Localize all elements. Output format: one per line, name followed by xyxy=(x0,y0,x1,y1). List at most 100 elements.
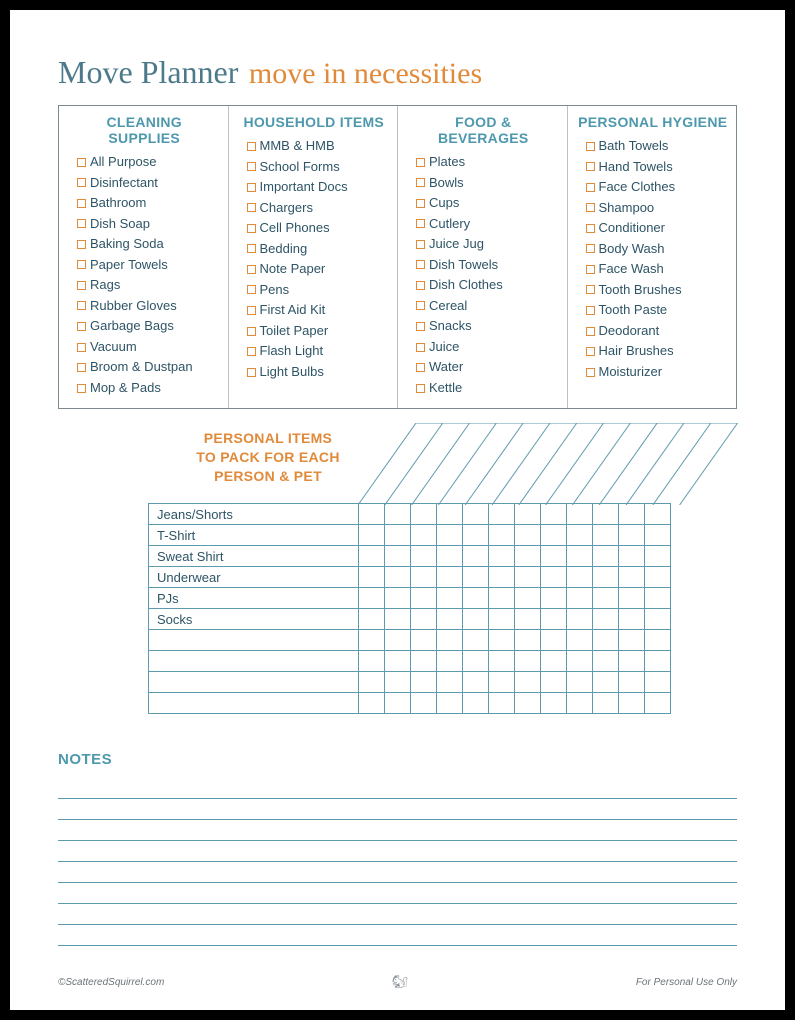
grid-cell[interactable] xyxy=(515,630,541,651)
grid-cell[interactable] xyxy=(359,672,385,693)
grid-cell[interactable] xyxy=(385,504,411,525)
grid-cell[interactable] xyxy=(489,672,515,693)
checklist-item[interactable]: Chargers xyxy=(239,198,390,219)
checklist-item[interactable]: Hair Brushes xyxy=(578,341,729,362)
grid-cell[interactable] xyxy=(541,651,567,672)
grid-cell[interactable] xyxy=(463,588,489,609)
grid-cell[interactable] xyxy=(515,609,541,630)
grid-cell[interactable] xyxy=(463,651,489,672)
checklist-item[interactable]: Snacks xyxy=(408,316,559,337)
checklist-item[interactable]: Bath Towels xyxy=(578,136,729,157)
checklist-item[interactable]: Dish Towels xyxy=(408,255,559,276)
checkbox-icon[interactable] xyxy=(247,347,256,356)
checkbox-icon[interactable] xyxy=(416,343,425,352)
grid-cell[interactable] xyxy=(437,525,463,546)
checklist-item[interactable]: Dish Soap xyxy=(69,214,220,235)
checkbox-icon[interactable] xyxy=(77,260,86,269)
grid-cell[interactable] xyxy=(359,693,385,714)
checkbox-icon[interactable] xyxy=(586,142,595,151)
checklist-item[interactable]: Light Bulbs xyxy=(239,362,390,383)
checklist-item[interactable]: Pens xyxy=(239,280,390,301)
checkbox-icon[interactable] xyxy=(247,162,256,171)
checkbox-icon[interactable] xyxy=(416,281,425,290)
grid-cell[interactable] xyxy=(645,504,671,525)
grid-cell[interactable] xyxy=(567,567,593,588)
checklist-item[interactable]: Dish Clothes xyxy=(408,275,559,296)
grid-cell[interactable] xyxy=(541,630,567,651)
checklist-item[interactable]: Cutlery xyxy=(408,214,559,235)
checklist-item[interactable]: MMB & HMB xyxy=(239,136,390,157)
checkbox-icon[interactable] xyxy=(247,203,256,212)
grid-cell[interactable] xyxy=(567,588,593,609)
grid-cell[interactable] xyxy=(359,567,385,588)
checklist-item[interactable]: Garbage Bags xyxy=(69,316,220,337)
checkbox-icon[interactable] xyxy=(77,178,86,187)
grid-cell[interactable] xyxy=(463,525,489,546)
grid-cell[interactable] xyxy=(619,630,645,651)
checkbox-icon[interactable] xyxy=(586,285,595,294)
checkbox-icon[interactable] xyxy=(77,384,86,393)
grid-cell[interactable] xyxy=(385,672,411,693)
grid-cell[interactable] xyxy=(463,609,489,630)
grid-cell[interactable] xyxy=(489,504,515,525)
grid-cell[interactable] xyxy=(619,525,645,546)
checklist-item[interactable]: Mop & Pads xyxy=(69,378,220,399)
checkbox-icon[interactable] xyxy=(247,285,256,294)
grid-cell[interactable] xyxy=(359,630,385,651)
checkbox-icon[interactable] xyxy=(586,244,595,253)
grid-cell[interactable] xyxy=(489,546,515,567)
grid-cell[interactable] xyxy=(463,693,489,714)
note-line[interactable] xyxy=(58,862,737,883)
grid-cell[interactable] xyxy=(385,630,411,651)
grid-cell[interactable] xyxy=(437,693,463,714)
grid-cell[interactable] xyxy=(619,567,645,588)
grid-cell[interactable] xyxy=(385,651,411,672)
grid-cell[interactable] xyxy=(541,609,567,630)
checkbox-icon[interactable] xyxy=(247,224,256,233)
checkbox-icon[interactable] xyxy=(247,265,256,274)
grid-cell[interactable] xyxy=(437,504,463,525)
grid-cell[interactable] xyxy=(437,651,463,672)
grid-cell[interactable] xyxy=(385,588,411,609)
grid-cell[interactable] xyxy=(541,588,567,609)
checklist-item[interactable]: Tooth Brushes xyxy=(578,280,729,301)
grid-cell[interactable] xyxy=(593,651,619,672)
grid-cell[interactable] xyxy=(645,546,671,567)
grid-cell[interactable] xyxy=(593,609,619,630)
grid-cell[interactable] xyxy=(619,693,645,714)
checklist-item[interactable]: Vacuum xyxy=(69,337,220,358)
checklist-item[interactable]: Tooth Paste xyxy=(578,300,729,321)
checklist-item[interactable]: Baking Soda xyxy=(69,234,220,255)
grid-cell[interactable] xyxy=(359,546,385,567)
checkbox-icon[interactable] xyxy=(416,260,425,269)
grid-cell[interactable] xyxy=(645,672,671,693)
grid-cell[interactable] xyxy=(489,693,515,714)
checkbox-icon[interactable] xyxy=(77,240,86,249)
checklist-item[interactable]: Face Clothes xyxy=(578,177,729,198)
checkbox-icon[interactable] xyxy=(586,306,595,315)
grid-cell[interactable] xyxy=(567,672,593,693)
checklist-item[interactable]: Juice Jug xyxy=(408,234,559,255)
grid-cell[interactable] xyxy=(645,609,671,630)
grid-cell[interactable] xyxy=(437,672,463,693)
checklist-item[interactable]: First Aid Kit xyxy=(239,300,390,321)
checkbox-icon[interactable] xyxy=(77,281,86,290)
checkbox-icon[interactable] xyxy=(247,306,256,315)
checkbox-icon[interactable] xyxy=(247,142,256,151)
grid-cell[interactable] xyxy=(619,588,645,609)
grid-cell[interactable] xyxy=(489,609,515,630)
checkbox-icon[interactable] xyxy=(77,322,86,331)
grid-cell[interactable] xyxy=(437,546,463,567)
packing-grid[interactable]: Jeans/ShortsT-ShirtSweat ShirtUnderwearP… xyxy=(148,503,671,714)
checklist-item[interactable]: Water xyxy=(408,357,559,378)
checklist-item[interactable]: Plates xyxy=(408,152,559,173)
grid-cell[interactable] xyxy=(593,630,619,651)
grid-cell[interactable] xyxy=(541,546,567,567)
grid-cell[interactable] xyxy=(515,588,541,609)
grid-cell[interactable] xyxy=(567,693,593,714)
grid-cell[interactable] xyxy=(515,672,541,693)
grid-cell[interactable] xyxy=(619,504,645,525)
checkbox-icon[interactable] xyxy=(416,384,425,393)
checkbox-icon[interactable] xyxy=(77,363,86,372)
checklist-item[interactable]: Bowls xyxy=(408,173,559,194)
